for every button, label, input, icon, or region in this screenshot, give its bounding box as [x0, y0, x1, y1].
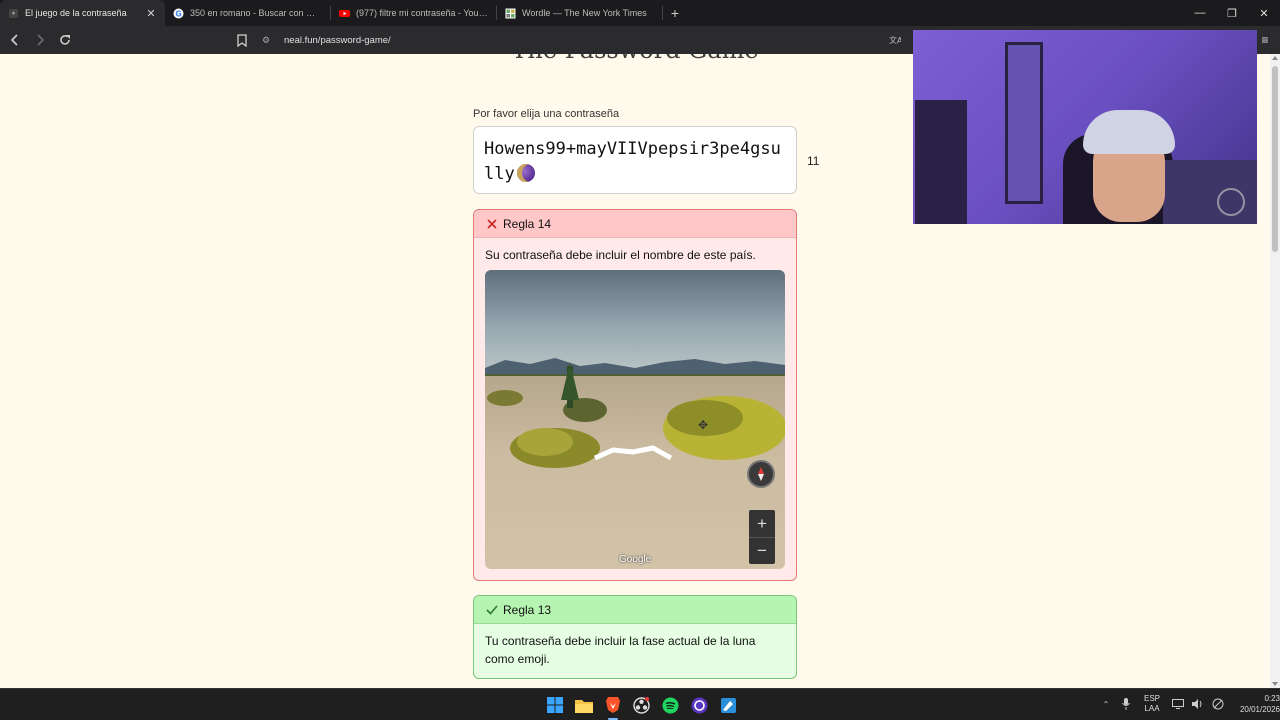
street-view-panorama[interactable]: ✥ + − Google — [485, 270, 785, 569]
taskbar: ⌃ ESP LAA 0:23 20/01/2026 — [0, 688, 1280, 720]
browser-menu-icon[interactable]: ≡ — [1256, 30, 1274, 50]
rule-card-failing: Regla 14 Su contraseña debe incluir el n… — [473, 209, 797, 581]
rule-description: Tu contraseña debe incluir la fase actua… — [485, 634, 756, 666]
zoom-in-button[interactable]: + — [749, 510, 775, 537]
rule-title: Regla 13 — [503, 602, 552, 617]
street-view-vegetation — [487, 362, 785, 468]
obs-icon[interactable] — [627, 693, 656, 717]
clock-time: 0:23 — [1264, 694, 1280, 703]
new-tab-button[interactable]: + — [663, 0, 687, 26]
tab-title: Wordle — The New York Times — [522, 8, 647, 18]
back-icon[interactable] — [5, 30, 25, 50]
network-icon[interactable] — [1170, 699, 1186, 709]
clock-date: 20/01/2026 — [1239, 705, 1280, 714]
svg-text:文A: 文A — [889, 35, 901, 45]
windows-start-icon[interactable] — [540, 693, 569, 717]
file-explorer-icon[interactable] — [569, 693, 598, 717]
tab-google-search[interactable]: G 350 en romano - Buscar con Google — [165, 0, 330, 26]
language-code: ESP — [1144, 694, 1161, 703]
address-bar[interactable]: ⚙ neal.fun/password-game/ — [256, 29, 910, 51]
site-settings-icon[interactable]: ⚙ — [262, 35, 276, 46]
webcam-bed — [1163, 160, 1257, 224]
scrollbar-thumb[interactable] — [1272, 66, 1278, 252]
rule-card-passing: Regla 13 Tu contraseña debe incluir la f… — [473, 595, 797, 679]
system-tray: ⌃ ESP LAA 0:23 20/01/2026 — [1096, 693, 1280, 715]
wordle-favicon-icon — [505, 8, 516, 19]
google-attribution: Google — [619, 554, 652, 565]
twitch-like-app-icon[interactable] — [685, 693, 714, 717]
translate-icon[interactable]: 文A — [886, 30, 904, 50]
rule-description: Su contraseña debe incluir el nombre de … — [485, 248, 756, 262]
tab-wordle[interactable]: Wordle — The New York Times — [497, 0, 662, 26]
forward-icon[interactable] — [30, 30, 50, 50]
webcam-overlay — [913, 30, 1257, 224]
page-title: The Password Game — [480, 54, 790, 64]
keyboard-layout: LAA — [1144, 704, 1160, 713]
scroll-down-icon[interactable] — [1272, 682, 1278, 686]
cross-icon — [485, 218, 499, 229]
window-controls: — ❐ ✕ — [1184, 0, 1280, 26]
url-text: neal.fun/password-game/ — [284, 34, 391, 46]
zoom-controls: + − — [749, 510, 775, 564]
taskbar-apps — [540, 693, 743, 720]
rule-header: Regla 13 — [474, 596, 796, 624]
notifications-off-icon[interactable] — [1210, 698, 1226, 710]
paint-app-icon[interactable] — [714, 693, 743, 717]
tab-title: (977) filtre mi contraseña - YouTube — [356, 8, 488, 18]
volume-icon[interactable] — [1190, 699, 1206, 709]
password-game-favicon-icon: * — [8, 8, 19, 19]
rule-header: Regla 14 — [474, 210, 796, 238]
scroll-up-icon[interactable] — [1272, 56, 1278, 60]
svg-text:G: G — [175, 9, 182, 18]
close-tab-icon[interactable]: ✕ — [145, 7, 157, 20]
password-length-counter: 11 — [807, 154, 820, 168]
webcam-logo-icon — [1217, 188, 1245, 216]
check-icon — [485, 604, 499, 615]
bookmark-icon[interactable] — [234, 31, 250, 49]
brave-browser-icon[interactable] — [598, 693, 627, 720]
language-indicator[interactable]: ESP LAA — [1144, 694, 1160, 714]
rule-title: Regla 14 — [503, 216, 552, 231]
zoom-out-button[interactable]: − — [749, 537, 775, 564]
tab-title: El juego de la contraseña — [25, 8, 127, 18]
spotify-icon[interactable] — [656, 693, 685, 717]
page-scrollbar[interactable] — [1270, 54, 1280, 688]
password-input[interactable]: Howens99+mayVIIVpepsir3pe4gsully — [473, 126, 797, 194]
password-prompt: Por favor elija una contraseña — [473, 108, 620, 120]
close-window-icon[interactable]: ✕ — [1248, 0, 1280, 26]
webcam-person-hair — [1083, 110, 1175, 154]
youtube-favicon-icon — [339, 8, 350, 19]
svg-text:*: * — [12, 10, 16, 18]
tab-strip: * El juego de la contraseña ✕ G 350 en r… — [0, 0, 1280, 26]
google-favicon-icon: G — [173, 8, 184, 19]
taskbar-clock[interactable]: 0:23 20/01/2026 — [1236, 693, 1280, 715]
tab-password-game[interactable]: * El juego de la contraseña ✕ — [0, 0, 165, 26]
webcam-door — [1005, 42, 1043, 204]
compass-icon[interactable] — [747, 460, 775, 488]
tab-youtube[interactable]: (977) filtre mi contraseña - YouTube — [331, 0, 496, 26]
microphone-icon[interactable] — [1118, 698, 1134, 710]
reload-icon[interactable] — [55, 30, 75, 50]
restore-icon[interactable]: ❐ — [1216, 0, 1248, 26]
move-cursor-icon: ✥ — [698, 418, 709, 432]
moon-emoji-icon — [516, 164, 535, 182]
minimize-icon[interactable]: — — [1184, 0, 1216, 26]
chevron-up-icon[interactable]: ⌃ — [1098, 700, 1114, 709]
tab-title: 350 en romano - Buscar con Google — [190, 8, 322, 18]
webcam-shelf — [915, 100, 967, 224]
